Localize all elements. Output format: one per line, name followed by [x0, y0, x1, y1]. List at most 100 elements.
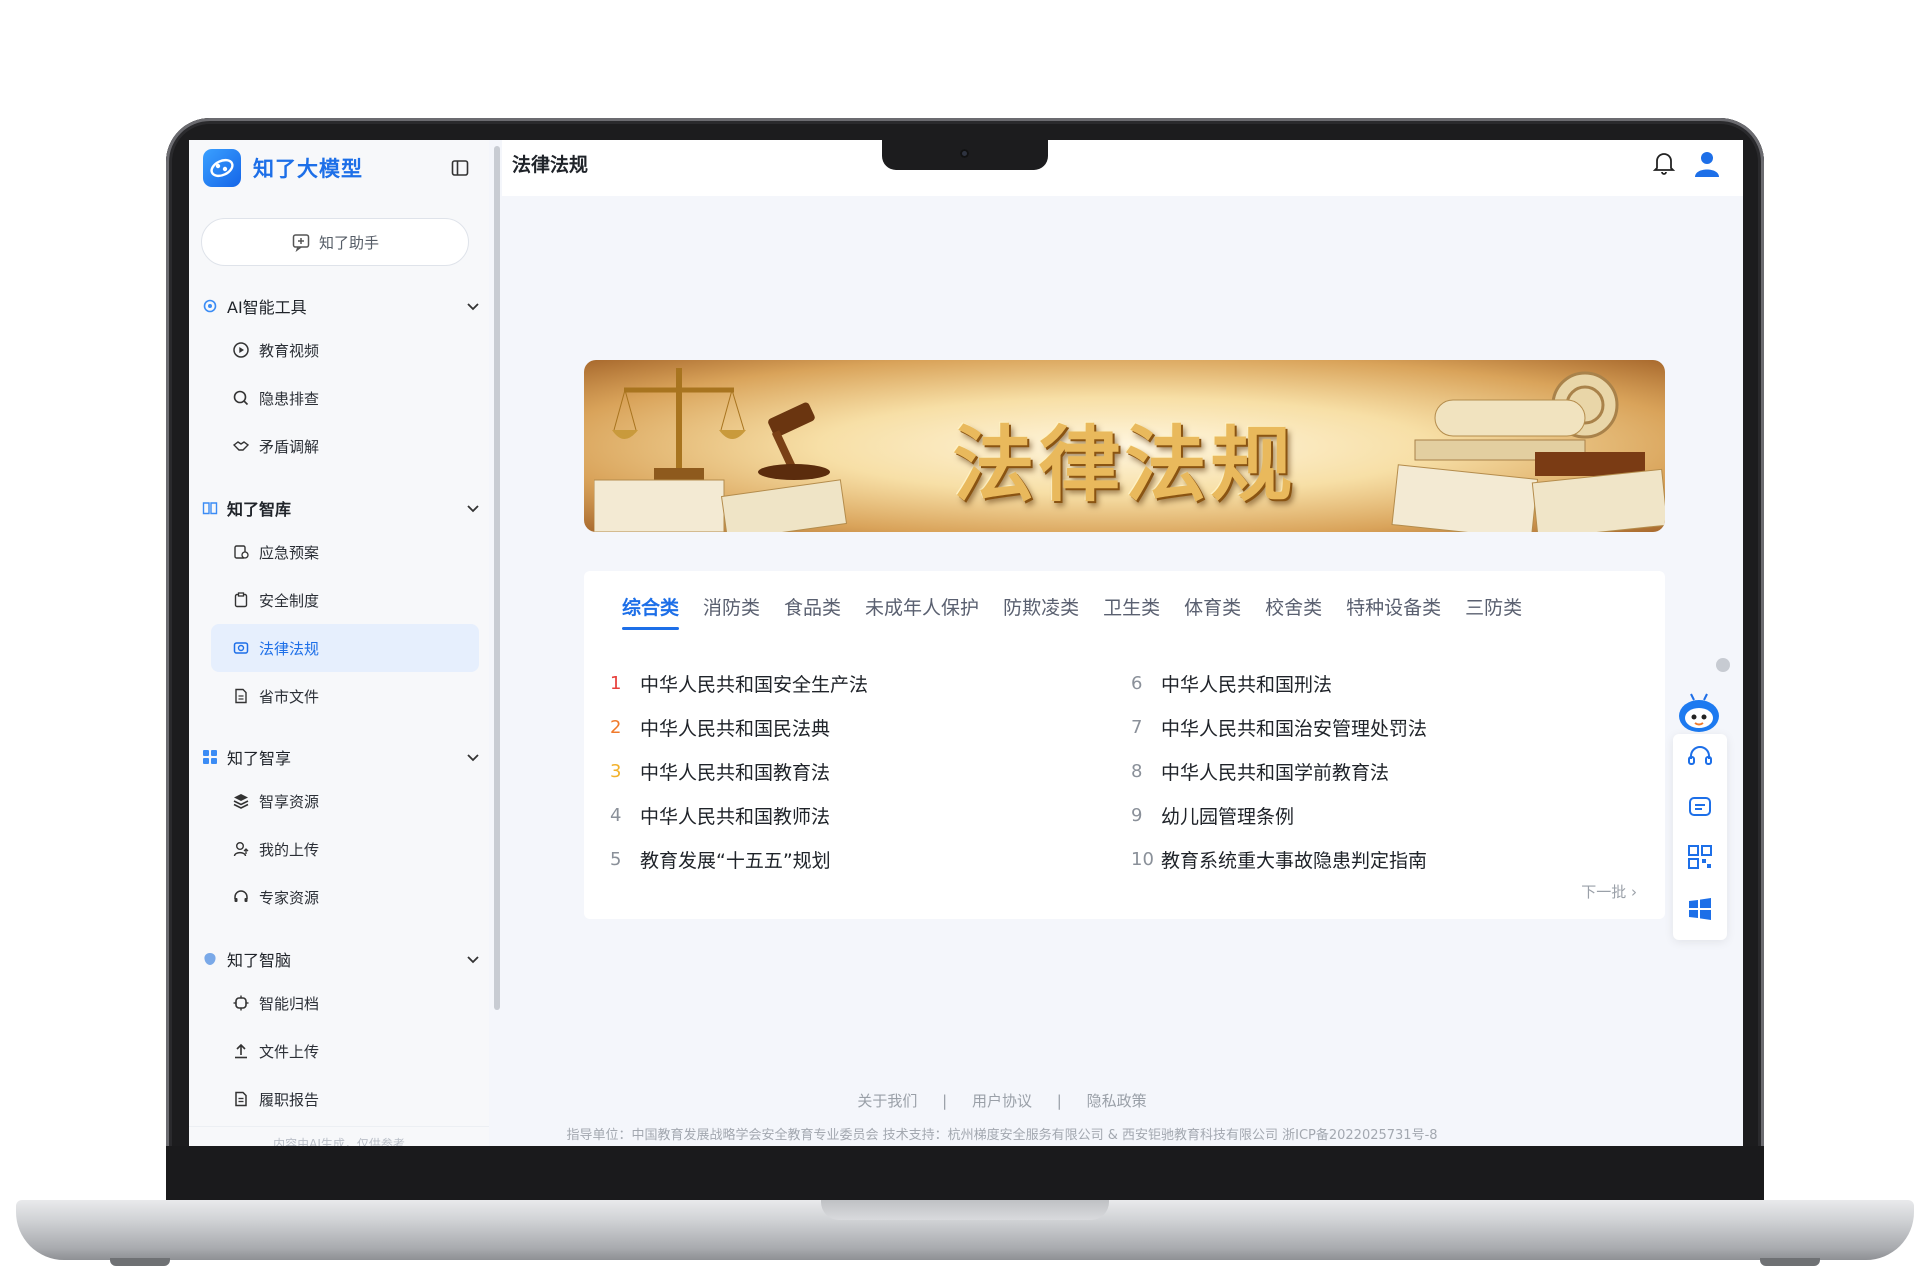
laptop-base-notch	[821, 1200, 1109, 1220]
law-list-item[interactable]: 2 中华人民共和国民法典	[610, 705, 1110, 749]
sidebar-item-label: 矛盾调解	[259, 437, 320, 456]
nav-group-header[interactable]: 知了智脑	[201, 939, 487, 979]
chevron-down-icon[interactable]	[465, 951, 481, 971]
nav-group-ai-tools: AI智能工具 教育视频 隐患排查 矛盾调解	[201, 286, 487, 470]
ai-disclaimer: 内容由AI生成，仅供参考	[189, 1126, 489, 1146]
handshake-icon	[231, 436, 251, 456]
tab-category[interactable]: 消防类	[703, 593, 760, 630]
tab-category[interactable]: 三防类	[1465, 593, 1522, 630]
law-list-item[interactable]: 4 中华人民共和国教师法	[610, 793, 1110, 837]
sidebar-item-education-video[interactable]: 教育视频	[211, 326, 479, 374]
nav-group-header[interactable]: 知了智享	[201, 737, 487, 777]
sidebar-item-label: 专家资源	[259, 888, 320, 907]
sidebar-item-smart-archive[interactable]: 智能归档	[211, 979, 479, 1027]
law-rank: 9	[1131, 804, 1143, 826]
assistant-button[interactable]: 知了助手	[201, 218, 469, 266]
sidebar-item-mediation[interactable]: 矛盾调解	[211, 422, 479, 470]
law-list-left: 1 中华人民共和国安全生产法 2 中华人民共和国民法典 3 中华人民共和国教育法 4 中华人民…	[610, 661, 1110, 881]
tab-category[interactable]: 卫生类	[1103, 593, 1160, 630]
laptop-foot-left	[110, 1258, 170, 1266]
footer-info: 指导单位：中国教育发展战略学会安全教育专业委员会 技术支持：杭州梯度安全服务有限…	[566, 1128, 1438, 1143]
sidebar-item-file-upload[interactable]: 文件上传	[211, 1027, 479, 1075]
tab-category[interactable]: 未成年人保护	[865, 593, 979, 630]
nav-group-header[interactable]: 知了智库	[201, 488, 487, 528]
nav-group-header[interactable]: AI智能工具	[201, 286, 487, 326]
tab-category[interactable]: 体育类	[1184, 593, 1241, 630]
app-name: 知了大模型	[253, 157, 363, 181]
qr-code-icon[interactable]	[1685, 842, 1715, 872]
sidebar-item-shared-resources[interactable]: 智享资源	[211, 777, 479, 825]
user-upload-icon	[231, 839, 251, 859]
chevron-right-icon: ›	[1631, 883, 1637, 901]
tab-category[interactable]: 综合类	[622, 593, 680, 630]
sidebar-item-label: 履职报告	[259, 1090, 320, 1109]
law-list-item[interactable]: 5 教育发展“十五五”规划	[610, 837, 1110, 881]
law-rank: 5	[610, 848, 622, 870]
law-list-item[interactable]: 1 中华人民共和国安全生产法	[610, 661, 1110, 705]
footer-link-privacy[interactable]: 隐私政策	[1087, 1092, 1147, 1110]
new-chat-icon	[292, 234, 310, 252]
law-title: 中华人民共和国治安管理处罚法	[1161, 717, 1428, 740]
sidebar-item-experts[interactable]: 专家资源	[211, 873, 479, 921]
chevron-down-icon[interactable]	[465, 749, 481, 769]
law-rank: 1	[610, 672, 622, 694]
sidebar-item-duty-report[interactable]: 履职报告	[211, 1075, 479, 1123]
ai-tools-icon	[201, 297, 219, 315]
footer-link-about[interactable]: 关于我们	[857, 1092, 917, 1110]
sidebar-item-provincial-docs[interactable]: 省市文件	[211, 672, 479, 720]
nav-group-knowledge-base: 知了智库 应急预案 安全制度 法律法规 省市文件	[201, 488, 487, 720]
law-rank: 4	[610, 804, 622, 826]
laws-banner: 法律法规	[584, 360, 1665, 532]
sidebar-item-label: 教育视频	[259, 341, 320, 360]
sidebar-item-hazard-check[interactable]: 隐患排查	[211, 374, 479, 422]
nav-group-title: 知了智享	[227, 749, 292, 768]
app-logo[interactable]: 知了大模型	[203, 146, 363, 190]
law-list-item[interactable]: 8 中华人民共和国学前教育法	[1131, 749, 1631, 793]
clipboard-icon	[231, 590, 251, 610]
law-title: 中华人民共和国教育法	[640, 761, 831, 784]
tab-category[interactable]: 防欺凌类	[1003, 593, 1079, 630]
law-list-item[interactable]: 3 中华人民共和国教育法	[610, 749, 1110, 793]
user-avatar-icon[interactable]	[1694, 150, 1720, 178]
sidebar-item-label: 我的上传	[259, 840, 320, 859]
sidebar-item-label: 智能归档	[259, 994, 320, 1013]
law-rank: 10	[1131, 848, 1154, 870]
sidebar-item-safety-rules[interactable]: 安全制度	[211, 576, 479, 624]
law-title: 中华人民共和国安全生产法	[640, 673, 869, 696]
top-bar: 法律法规	[502, 140, 1743, 196]
tab-category[interactable]: 校舍类	[1265, 593, 1322, 630]
cicada-logo-icon	[203, 149, 241, 187]
message-icon[interactable]	[1685, 792, 1715, 822]
tab-category[interactable]: 特种设备类	[1346, 593, 1441, 630]
tab-category[interactable]: 食品类	[784, 593, 841, 630]
customer-service-icon[interactable]	[1685, 742, 1715, 772]
sidebar-scrollbar[interactable]	[494, 146, 500, 1010]
search-icon	[231, 388, 251, 408]
footer-separator: |	[1056, 1092, 1062, 1110]
law-list-item[interactable]: 9 幼儿园管理条例	[1131, 793, 1631, 837]
sidebar-item-laws[interactable]: 法律法规	[211, 624, 479, 672]
sidebar-collapse-icon[interactable]	[450, 158, 470, 178]
sidebar-item-label: 文件上传	[259, 1042, 320, 1061]
law-rank: 8	[1131, 760, 1143, 782]
floating-toolbar	[1673, 734, 1727, 940]
bell-icon[interactable]	[1652, 150, 1676, 176]
sidebar-item-emergency-plan[interactable]: 应急预案	[211, 528, 479, 576]
headset-icon	[231, 887, 251, 907]
law-list-item[interactable]: 10 教育系统重大事故隐患判定指南	[1131, 837, 1631, 881]
sidebar-item-label: 省市文件	[259, 687, 320, 706]
grid-icon	[201, 748, 219, 766]
chevron-down-icon[interactable]	[465, 500, 481, 520]
upload-icon	[231, 1041, 251, 1061]
chevron-down-icon[interactable]	[465, 298, 481, 318]
nav-group-title: AI智能工具	[227, 298, 307, 317]
sidebar-item-my-uploads[interactable]: 我的上传	[211, 825, 479, 873]
windows-icon[interactable]	[1685, 894, 1715, 924]
law-list-item[interactable]: 6 中华人民共和国刑法	[1131, 661, 1631, 705]
robot-assistant-icon[interactable]	[1675, 688, 1723, 736]
law-list-item[interactable]: 7 中华人民共和国治安管理处罚法	[1131, 705, 1631, 749]
footer-link-terms[interactable]: 用户协议	[972, 1092, 1032, 1110]
float-close-icon[interactable]	[1716, 658, 1730, 672]
next-batch-button[interactable]: 下一批 ›	[1581, 881, 1637, 902]
chip-icon	[231, 993, 251, 1013]
